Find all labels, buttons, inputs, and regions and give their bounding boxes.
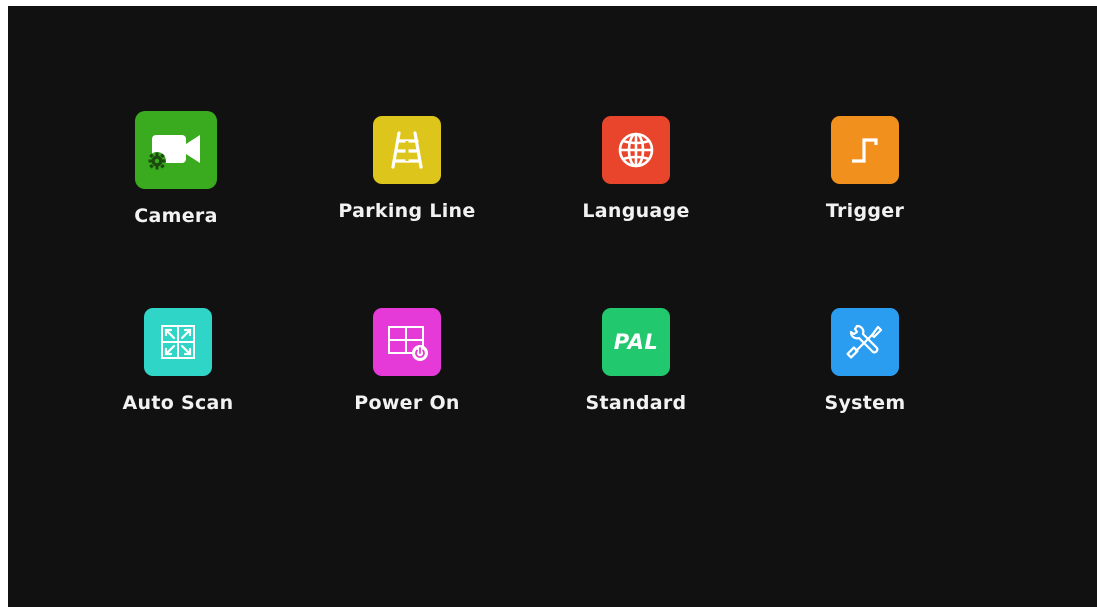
standard-label: Standard bbox=[585, 392, 687, 414]
menu-item-camera[interactable]: Camera bbox=[91, 111, 261, 231]
language-label: Language bbox=[582, 200, 690, 222]
auto-scan-tile bbox=[144, 308, 212, 376]
pal-icon: PAL bbox=[613, 330, 659, 354]
system-tile bbox=[831, 308, 899, 376]
power-on-tile bbox=[373, 308, 441, 376]
parking-lines-icon bbox=[391, 131, 423, 169]
menu-item-auto-scan[interactable]: Auto Scan bbox=[93, 308, 263, 428]
parking-line-label: Parking Line bbox=[338, 200, 476, 222]
trigger-step-icon bbox=[852, 138, 878, 163]
language-tile bbox=[602, 116, 670, 184]
globe-icon bbox=[618, 132, 654, 168]
tools-icon bbox=[846, 324, 883, 359]
video-camera-settings-icon bbox=[148, 135, 200, 170]
menu-item-parking-line[interactable]: Parking Line bbox=[322, 116, 492, 236]
system-label: System bbox=[824, 392, 906, 414]
menu-item-standard[interactable]: PAL Standard bbox=[551, 308, 721, 428]
power-on-label: Power On bbox=[354, 392, 460, 414]
quad-arrows-icon bbox=[161, 325, 195, 359]
menu-item-language[interactable]: Language bbox=[551, 116, 721, 236]
trigger-tile bbox=[831, 116, 899, 184]
settings-menu-screen: Camera Parking Line Language Trigger Aut… bbox=[8, 6, 1097, 607]
parking-line-tile bbox=[373, 116, 441, 184]
auto-scan-label: Auto Scan bbox=[122, 392, 234, 414]
standard-tile: PAL bbox=[602, 308, 670, 376]
menu-item-trigger[interactable]: Trigger bbox=[780, 116, 950, 236]
camera-label: Camera bbox=[134, 205, 218, 227]
menu-item-power-on[interactable]: Power On bbox=[322, 308, 492, 428]
menu-item-system[interactable]: System bbox=[780, 308, 950, 428]
trigger-label: Trigger bbox=[825, 200, 905, 222]
grid-power-icon bbox=[388, 326, 428, 361]
camera-tile bbox=[135, 111, 217, 189]
